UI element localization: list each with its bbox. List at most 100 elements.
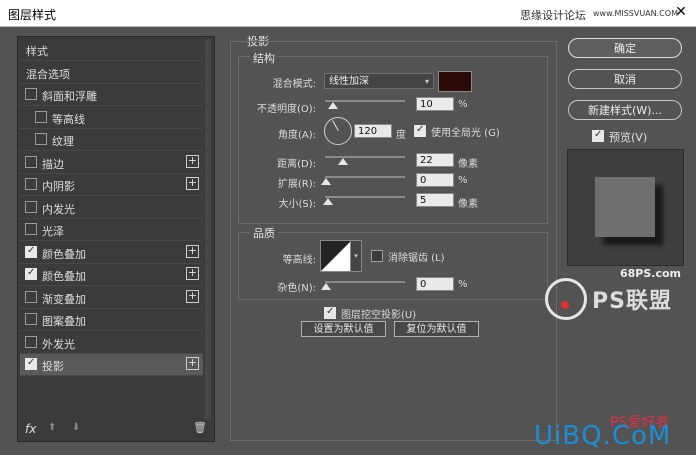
ps-logo-icon <box>545 278 587 320</box>
style-item-checkbox[interactable] <box>25 88 37 100</box>
add-style-icon[interactable]: + <box>186 244 199 258</box>
ok-button[interactable]: 确定 <box>568 38 682 58</box>
style-item-checkbox[interactable] <box>35 110 47 123</box>
drop-shadow-panel: 投影 结构 混合模式: 线性加深 ▾ 不透明度(O): 10 % 角度(A): … <box>230 33 557 441</box>
scrollbar[interactable] <box>205 39 211 419</box>
style-item-label: 内阴影 <box>42 180 75 193</box>
watermark-text: 思缘设计论坛 <box>520 9 586 22</box>
preview-toggle[interactable]: 预览(V) <box>592 129 647 145</box>
blend-mode-value: 线性加深 <box>329 76 369 87</box>
add-style-icon[interactable]: + <box>186 267 199 280</box>
add-style-icon[interactable]: + <box>186 357 199 370</box>
fx-icon[interactable]: fx <box>25 422 36 436</box>
style-item-label: 混合选项 <box>26 67 70 81</box>
reset-default-button[interactable]: 复位为默认值 <box>394 321 479 337</box>
noise-label: 杂色(N): <box>277 283 316 294</box>
move-up-icon[interactable]: ⬆ <box>48 422 56 433</box>
style-item-checkbox[interactable] <box>25 155 37 168</box>
angle-unit: 度 <box>396 130 406 141</box>
new-style-button[interactable]: 新建样式(W)... <box>568 100 682 120</box>
angle-dial[interactable] <box>324 117 352 145</box>
contour-label: 等高线: <box>282 255 316 266</box>
watermark-url: www.MISSVUAN.COM <box>593 9 678 18</box>
move-down-icon[interactable]: ⬇ <box>72 422 80 433</box>
noise-input[interactable]: 0 <box>416 277 454 291</box>
distance-slider-handle[interactable] <box>338 158 348 165</box>
style-item[interactable]: 光泽 <box>20 219 203 241</box>
style-item[interactable]: 样式 <box>20 39 203 61</box>
add-style-icon[interactable]: + <box>186 177 199 190</box>
style-item-label: 描边 <box>42 157 64 171</box>
styles-list-panel: 样式混合选项斜面和浮雕等高线纹理描边+内阴影+内发光光泽颜色叠加+颜色叠加+渐变… <box>17 36 215 442</box>
style-item[interactable]: 图案叠加 <box>20 309 203 331</box>
opacity-slider-handle[interactable] <box>328 102 338 109</box>
style-item[interactable]: 外发光 <box>20 332 203 354</box>
style-item-label: 光泽 <box>42 225 64 238</box>
make-default-button[interactable]: 设置为默认值 <box>301 321 386 337</box>
close-icon[interactable]: ✕ <box>672 3 690 21</box>
style-item-label: 颜色叠加 <box>42 270 86 283</box>
style-item-checkbox[interactable] <box>25 313 37 325</box>
style-item-checkbox[interactable] <box>35 133 47 145</box>
shadow-color-swatch[interactable] <box>438 71 472 92</box>
watermark-ps-union: PS联盟 <box>592 289 672 314</box>
structure-title: 结构 <box>250 50 278 66</box>
add-style-icon[interactable]: + <box>186 289 199 303</box>
style-item-label: 样式 <box>26 45 48 58</box>
global-light-toggle[interactable]: 使用全局光 (G) <box>414 124 500 139</box>
size-label: 大小(S): <box>278 199 316 210</box>
noise-slider[interactable] <box>325 281 405 283</box>
style-item-checkbox[interactable] <box>25 267 37 280</box>
style-item[interactable]: 描边 + <box>20 152 203 174</box>
style-item[interactable]: 内阴影 + <box>20 174 203 196</box>
style-item-checkbox[interactable] <box>25 335 37 348</box>
global-light-label: 使用全局光 (G) <box>431 128 500 139</box>
size-slider[interactable] <box>325 196 405 198</box>
style-item-label: 外发光 <box>42 337 75 351</box>
style-item-checkbox[interactable] <box>25 178 37 190</box>
spread-slider-handle[interactable] <box>321 178 331 185</box>
distance-unit: 像素 <box>458 159 478 170</box>
style-item-label: 图案叠加 <box>42 315 86 328</box>
opacity-input[interactable]: 10 <box>416 97 454 111</box>
style-item[interactable]: 颜色叠加 + <box>20 264 203 286</box>
style-item-checkbox[interactable] <box>25 200 37 213</box>
trash-icon[interactable]: 🗑 <box>193 421 207 434</box>
style-item[interactable]: 纹理 <box>20 129 203 151</box>
blend-mode-select[interactable]: 线性加深 ▾ <box>324 73 434 89</box>
style-item[interactable]: 投影 + <box>20 354 203 376</box>
opacity-unit: % <box>458 99 468 110</box>
style-item[interactable]: 混合选项 <box>20 62 203 84</box>
style-item[interactable]: 斜面和浮雕 <box>20 84 203 106</box>
global-light-checkbox[interactable] <box>414 124 426 137</box>
preview-checkbox[interactable] <box>592 129 604 142</box>
noise-slider-handle[interactable] <box>321 283 331 290</box>
style-item[interactable]: 内发光 <box>20 197 203 219</box>
spread-slider[interactable] <box>325 176 405 178</box>
chevron-down-icon: ▾ <box>424 77 429 86</box>
size-input[interactable]: 5 <box>416 193 454 207</box>
knockout-checkbox[interactable] <box>324 306 336 319</box>
contour-preview[interactable] <box>320 240 352 272</box>
style-item-checkbox[interactable] <box>25 223 37 235</box>
style-item[interactable]: 渐变叠加 + <box>20 287 203 309</box>
style-item-checkbox[interactable] <box>25 357 37 370</box>
style-item-label: 渐变叠加 <box>42 292 86 306</box>
angle-input[interactable]: 120 <box>354 124 392 138</box>
anti-alias-toggle[interactable]: 消除锯齿 (L) <box>371 249 445 264</box>
contour-dropdown[interactable]: ▾ <box>350 240 362 272</box>
style-item-checkbox[interactable] <box>25 245 37 258</box>
preview-label: 预览(V) <box>609 131 648 144</box>
style-item[interactable]: 等高线 <box>20 107 203 129</box>
spread-input[interactable]: 0 <box>416 173 454 187</box>
size-slider-handle[interactable] <box>323 198 333 205</box>
anti-alias-checkbox[interactable] <box>371 250 383 262</box>
title-bar: 图层样式 思缘设计论坛 www.MISSVUAN.COM ✕ <box>0 0 696 27</box>
cancel-button[interactable]: 取消 <box>568 69 682 89</box>
style-item[interactable]: 颜色叠加 + <box>20 242 203 264</box>
add-style-icon[interactable]: + <box>186 154 199 168</box>
distance-slider[interactable] <box>325 156 405 158</box>
style-item-checkbox[interactable] <box>25 290 37 303</box>
distance-input[interactable]: 22 <box>416 153 454 167</box>
knockout-toggle[interactable]: 图层挖空投影(U) <box>324 306 416 321</box>
